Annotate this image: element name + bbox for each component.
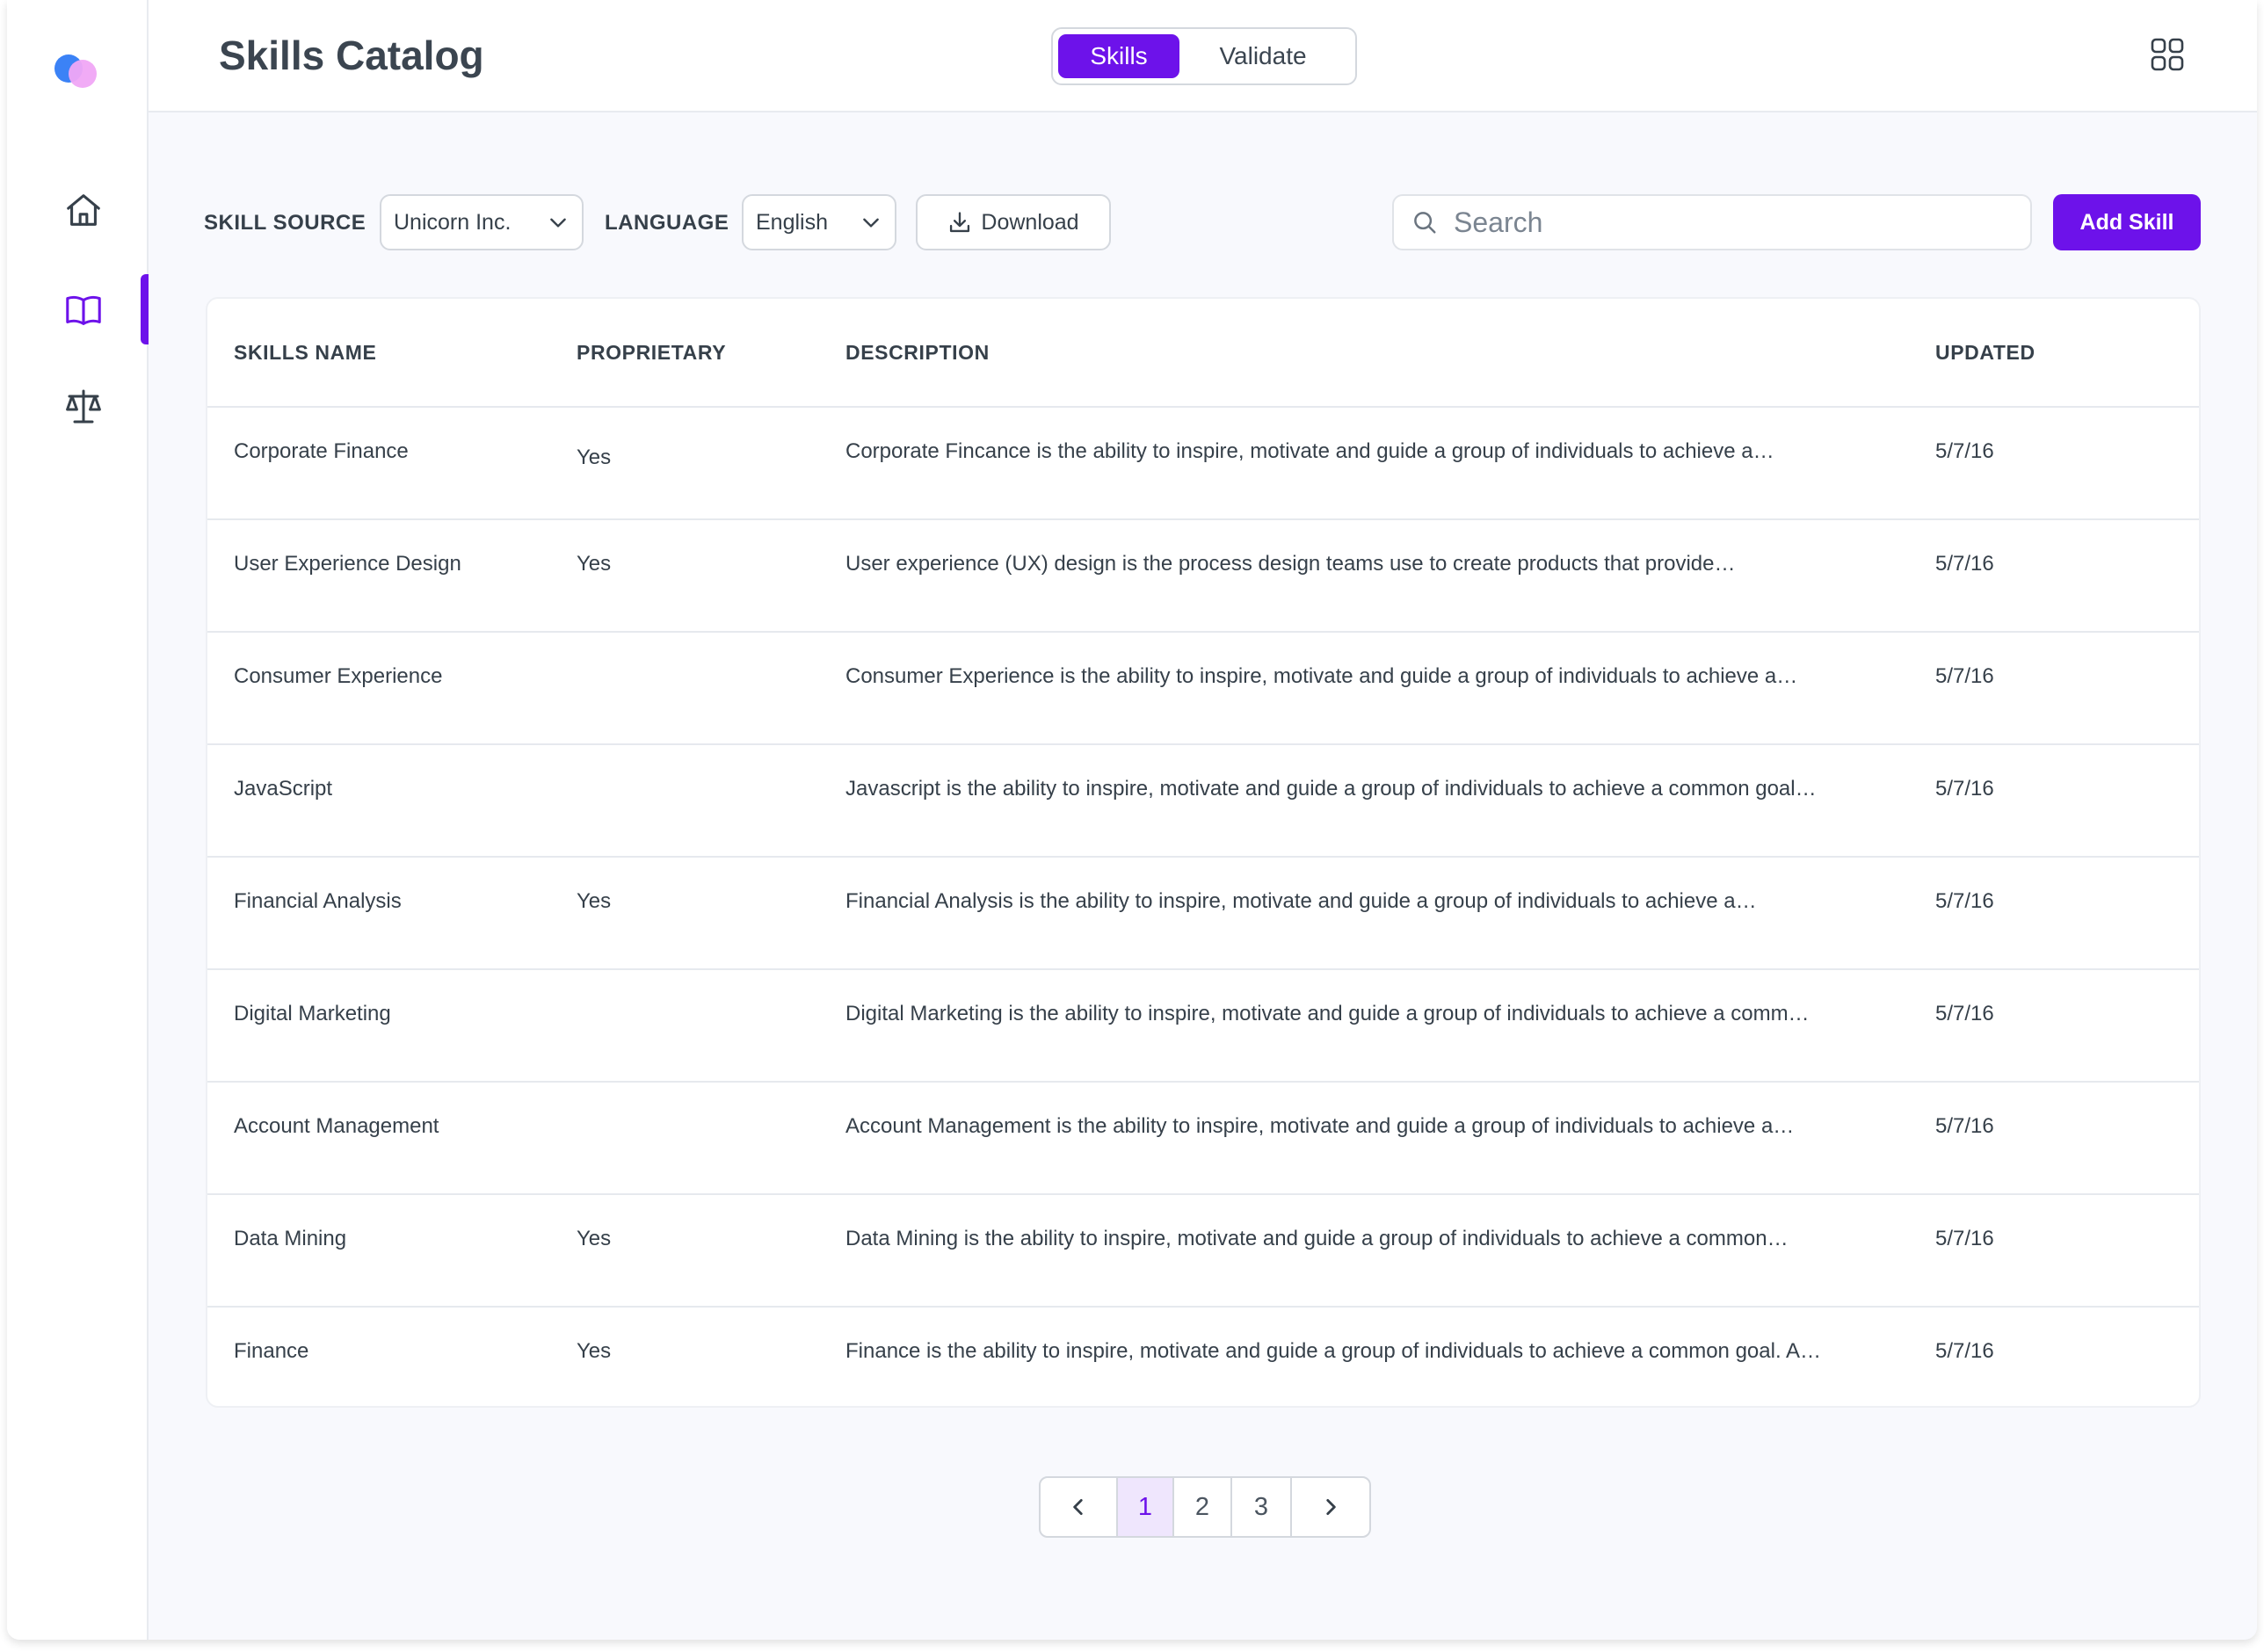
app-window: Skills Catalog Skills Validate SKILL SOU… <box>7 0 2257 1640</box>
scale-icon <box>66 389 101 424</box>
skill-description: Finance is the ability to inspire, motiv… <box>845 1339 1821 1363</box>
skill-name: Account Management <box>234 1114 439 1138</box>
column-header-description[interactable]: DESCRIPTION <box>845 341 990 365</box>
table-row[interactable]: Finance Yes Finance is the ability to in… <box>207 1308 2199 1406</box>
sidebar-item-validate[interactable] <box>62 385 105 429</box>
proprietary-value: Yes <box>577 1227 612 1250</box>
sidebar-item-home[interactable] <box>62 188 105 232</box>
view-toggle: Skills Validate <box>1051 27 1357 85</box>
skill-source-label: SKILL SOURCE <box>204 211 366 235</box>
column-divider <box>555 1406 824 1408</box>
page-title: Skills Catalog <box>219 33 484 78</box>
proprietary-value: Yes <box>577 552 612 576</box>
skill-description: Corporate Fincance is the ability to ins… <box>845 439 1774 463</box>
language-value: English <box>756 209 828 235</box>
next-page-button[interactable] <box>1292 1478 1369 1536</box>
updated-date: 5/7/16 <box>1935 1114 1994 1138</box>
grid-icon[interactable] <box>2150 37 2185 72</box>
updated-date: 5/7/16 <box>1935 439 1994 463</box>
home-icon <box>67 194 100 226</box>
skill-description: Digital Marketing is the ability to insp… <box>845 1002 1810 1025</box>
column-header-skills-name[interactable]: SKILLS NAME <box>234 341 377 365</box>
skill-name: User Experience Design <box>234 552 461 576</box>
updated-date: 5/7/16 <box>1935 1339 1994 1363</box>
page-button-1[interactable]: 1 <box>1118 1478 1174 1536</box>
skill-name: Financial Analysis <box>234 889 402 913</box>
skill-source-select[interactable]: Unicorn Inc. <box>380 194 584 250</box>
table-row[interactable]: Financial Analysis Yes Financial Analysi… <box>207 858 2199 970</box>
language-select[interactable]: English <box>742 194 896 250</box>
download-icon <box>950 212 970 233</box>
skills-table: SKILLS NAME PROPRIETARY DESCRIPTION UPDA… <box>206 297 2201 1408</box>
skill-description: Javascript is the ability to inspire, mo… <box>845 777 1817 801</box>
app-logo[interactable] <box>54 53 107 88</box>
skill-description: User experience (UX) design is the proce… <box>845 552 1736 576</box>
table-row[interactable]: JavaScript Javascript is the ability to … <box>207 745 2199 858</box>
chevron-down-icon <box>863 218 879 228</box>
search-icon <box>1414 212 1436 234</box>
previous-page-button[interactable] <box>1041 1478 1118 1536</box>
table-header: SKILLS NAME PROPRIETARY DESCRIPTION UPDA… <box>207 299 2199 408</box>
skill-description: Consumer Experience is the ability to in… <box>845 664 1798 688</box>
tab-skills[interactable]: Skills <box>1058 34 1179 78</box>
proprietary-value: Yes <box>577 446 612 469</box>
skill-name: Consumer Experience <box>234 664 443 688</box>
table-row[interactable]: Account Management Account Management is… <box>207 1083 2199 1195</box>
updated-date: 5/7/16 <box>1935 1227 1994 1250</box>
page-button-3[interactable]: 3 <box>1232 1478 1292 1536</box>
skill-name: JavaScript <box>234 777 333 801</box>
updated-date: 5/7/16 <box>1935 889 1994 913</box>
download-label: Download <box>981 209 1079 235</box>
column-header-updated[interactable]: UPDATED <box>1935 341 2035 365</box>
pagination: 1 2 3 <box>1039 1476 1371 1538</box>
skill-name: Digital Marketing <box>234 1002 391 1025</box>
table-row[interactable]: Corporate Finance Yes Corporate Fincance… <box>207 408 2199 520</box>
chevron-down-icon <box>550 218 566 228</box>
skill-name: Corporate Finance <box>234 439 409 463</box>
skill-source-value: Unicorn Inc. <box>394 209 512 235</box>
search-box <box>1392 194 2032 250</box>
updated-date: 5/7/16 <box>1935 552 1994 576</box>
table-row[interactable]: Digital Marketing Digital Marketing is t… <box>207 970 2199 1083</box>
updated-date: 5/7/16 <box>1935 777 1994 801</box>
add-skill-button[interactable]: Add Skill <box>2053 194 2201 250</box>
skill-name: Finance <box>234 1339 309 1363</box>
table-row[interactable]: Data Mining Yes Data Mining is the abili… <box>207 1195 2199 1308</box>
download-button[interactable]: Download <box>916 194 1111 250</box>
column-header-proprietary[interactable]: PROPRIETARY <box>577 341 726 365</box>
skill-name: Data Mining <box>234 1227 347 1250</box>
proprietary-value: Yes <box>577 1339 612 1363</box>
book-icon <box>66 295 101 325</box>
tab-validate[interactable]: Validate <box>1179 34 1346 78</box>
updated-date: 5/7/16 <box>1935 664 1994 688</box>
sidebar-item-catalog[interactable] <box>62 288 105 332</box>
sidebar <box>7 0 149 1640</box>
proprietary-value: Yes <box>577 889 612 913</box>
chevron-left-icon <box>1073 1499 1083 1515</box>
table-row[interactable]: Consumer Experience Consumer Experience … <box>207 633 2199 745</box>
chevron-right-icon <box>1326 1499 1336 1515</box>
skill-description: Financial Analysis is the ability to ins… <box>845 889 1757 913</box>
skill-description: Account Management is the ability to ins… <box>845 1114 1795 1138</box>
skill-description: Data Mining is the ability to inspire, m… <box>845 1227 1789 1250</box>
page-button-2[interactable]: 2 <box>1174 1478 1232 1536</box>
updated-date: 5/7/16 <box>1935 1002 1994 1025</box>
sidebar-active-indicator <box>141 274 149 344</box>
language-label: LANGUAGE <box>605 211 729 235</box>
search-input[interactable] <box>1454 206 1981 239</box>
top-header: Skills Catalog Skills Validate <box>149 0 2257 112</box>
table-row[interactable]: User Experience Design Yes User experien… <box>207 520 2199 633</box>
